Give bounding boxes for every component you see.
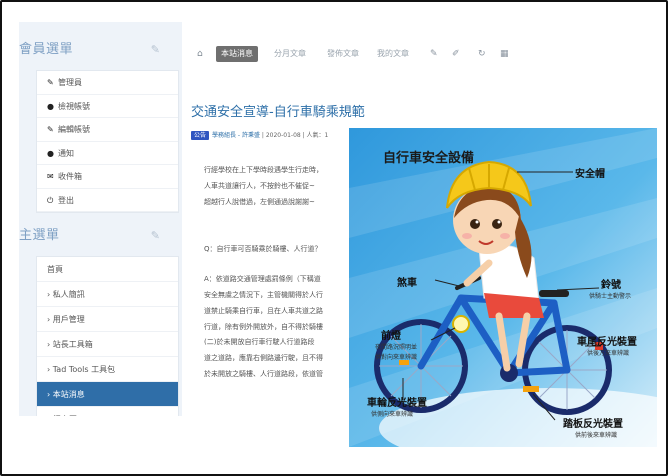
sidebar-item-label: 管理員 (58, 78, 82, 87)
label-wheel-reflector-note: 供側向來車辨識 (371, 411, 414, 418)
label-pedal-reflector: 踏板反光裝置 (563, 419, 623, 430)
sidebar-item-webmaster-tools[interactable]: › 站長工具箱 (37, 332, 178, 357)
wrench-icon[interactable]: ✎ (151, 43, 160, 56)
category-badge[interactable]: 公告 (191, 131, 210, 140)
bicycle-safety-illustration: 自行車安全設備 安全帽 煞車 鈴號 供騎士主動警示 前燈 夜間路況照明並 供對向… (349, 128, 657, 447)
article-meta: 公告 學務組長 - 許秉盛 | 2020-01-08 | 人氣：1 (191, 131, 328, 141)
member-menu-header: 會員選單 ✎ (19, 35, 182, 65)
sidebar-item-label: 收件箱 (58, 172, 82, 181)
body-line: A：依道路交通管理處罰條例（下稱道 (204, 275, 321, 284)
sidebar-item-private-messages[interactable]: › 私人簡訊 (37, 282, 178, 307)
sidebar-item-inbox[interactable]: ✉ 收件箱 (37, 165, 178, 189)
author-link[interactable]: 學務組長 - 許秉盛 (212, 132, 260, 139)
body-line: 行經學校在上下學時段遇學生行走時， (204, 166, 323, 174)
tab-site-news[interactable]: 本站消息 (216, 46, 258, 62)
sidebar-item-label: 檢視帳號 (58, 101, 90, 111)
sidebar-item-site-news[interactable]: › 本站消息 (37, 382, 178, 407)
wrench-icon[interactable]: ✎ (151, 229, 160, 242)
tab-my-articles[interactable]: 我的文章 (377, 46, 409, 62)
sidebar-item-view-account[interactable]: ● 檢視帳號 (37, 95, 178, 118)
label-rear-reflector-note: 供後方來車辨識 (587, 350, 630, 357)
refresh-icon[interactable]: ↻ (478, 46, 486, 62)
tab-publish-article[interactable]: 發佈文章 (327, 46, 359, 62)
label-brake: 煞車 (397, 278, 417, 289)
info-icon: ● (47, 148, 54, 158)
label-front-light: 前燈 (381, 331, 401, 342)
sidebar-item-label: 通知 (58, 148, 74, 158)
member-menu: ✎ 管理員 ● 檢視帳號 ✎ 編輯帳號 ● 通知 ✉ 收件箱 ⏻ 登出 (36, 70, 179, 213)
pedal-reflector (523, 386, 539, 392)
body-line: 超越行人說借過，左側通過說謝謝~ (204, 197, 315, 206)
sidebar-item-notifications[interactable]: ● 通知 (37, 142, 178, 165)
pencil-icon: ✎ (47, 125, 54, 134)
label-wheel-reflector: 車輪反光裝置 (367, 398, 427, 409)
sidebar-item-edit-account[interactable]: ✎ 編輯帳號 (37, 118, 178, 142)
body-line: 道之道路，應靠右側路邊行駛，且不得 (204, 354, 323, 363)
bike-seat (539, 290, 569, 297)
sidebar-item-label: 編輯帳號 (58, 125, 90, 134)
envelope-icon: ✉ (47, 172, 54, 181)
home-icon[interactable]: ⌂ (197, 46, 203, 62)
sidebar-item-calendar[interactable]: › 行事曆 (37, 407, 178, 416)
body-line: 於未開放之騎樓、人行道路段，依道管 (204, 369, 323, 378)
main-menu-title: 主選單 (19, 228, 60, 243)
article-title: 交通安全宣導-自行車騎乘規範 (191, 105, 365, 120)
sidebar-item-label: 登出 (58, 195, 74, 205)
body-line: (二)於未開放自行車行駛人行道路段 (204, 338, 315, 347)
label-pedal-reflector-note: 供前後來車辨識 (575, 432, 618, 439)
article-body: 行經學校在上下學時段遇學生行走時， 人車共道讓行人，不按鈴也不催促~ 超越行人說… (204, 163, 364, 383)
label-front-light-note: 夜間路況照明並 (375, 344, 418, 351)
member-menu-title: 會員選單 (19, 42, 74, 57)
illustration-title: 自行車安全設備 (383, 151, 475, 166)
sidebar-item-tad-tools[interactable]: › Tad Tools 工具包 (37, 357, 178, 382)
grid-icon[interactable]: ▦ (500, 46, 509, 62)
body-line: 行道，除有例外開放外，自不得於騎樓 (204, 322, 323, 331)
power-icon: ⏻ (47, 195, 54, 205)
label-front-light-note: 供對向來車辨識 (375, 354, 418, 361)
label-rear-reflector: 車尾反光裝置 (577, 337, 637, 348)
content-toolbar: ⌂ 本站消息 分月文章 發佈文章 我的文章 ✎ ✐ ↻ ▦ (196, 46, 526, 62)
main-menu-header: 主選單 ✎ (19, 221, 182, 251)
meta-info: | 2020-01-08 | 人氣：1 (260, 132, 329, 139)
wrench-icon[interactable]: ✎ (430, 46, 438, 62)
sidebar-item-admin[interactable]: ✎ 管理員 (37, 71, 178, 95)
front-lamp (452, 315, 470, 333)
label-helmet: 安全帽 (575, 169, 605, 180)
label-bell: 鈴號 (601, 280, 621, 291)
label-bell-note: 供騎士主動警示 (589, 293, 632, 300)
user-icon: ● (47, 101, 54, 111)
sidebar-item-home[interactable]: 首頁 (37, 257, 178, 282)
body-line: 人車共道讓行人，不按鈴也不催促~ (204, 181, 315, 190)
sidebar: 會員選單 ✎ ✎ 管理員 ● 檢視帳號 ✎ 編輯帳號 ● 通知 ✉ 收件箱 ⏻ 登出 主選單… (19, 22, 182, 416)
body-line: 道禁止騎乘自行車，且在人車共道之路 (204, 306, 323, 315)
main-menu: 首頁 › 私人簡訊 › 用戶管理 › 站長工具箱 › Tad Tools 工具包… (36, 256, 179, 416)
tab-monthly-articles[interactable]: 分月文章 (274, 46, 306, 62)
sidebar-item-logout[interactable]: ⏻ 登出 (37, 189, 178, 212)
wrench-icon: ✎ (47, 78, 54, 87)
sidebar-item-user-management[interactable]: › 用戶管理 (37, 307, 178, 332)
edit-icon[interactable]: ✐ (452, 46, 460, 62)
body-line: 安全無虞之情況下，主管機關得於人行 (204, 290, 323, 299)
body-question: Q：自行車可否騎乘於騎樓、人行道？ (204, 245, 322, 254)
